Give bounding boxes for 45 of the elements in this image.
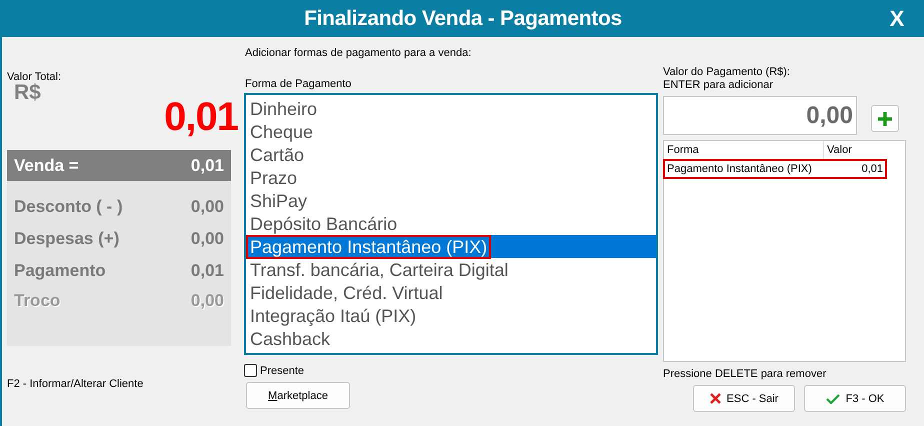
ok-button[interactable]: F3 - OK [804, 385, 906, 412]
summary-label: Pagamento [14, 261, 106, 281]
window-title: Finalizando Venda - Pagamentos [304, 6, 622, 30]
summary-label: Desconto ( - ) [14, 197, 123, 217]
column-header[interactable]: Forma [664, 141, 824, 159]
list-item[interactable]: Cashback [248, 328, 332, 348]
summary-label: Troco [14, 291, 60, 311]
list-item[interactable]: Depósito Bancário [248, 214, 400, 234]
total-value: 0,01 [163, 95, 238, 140]
summary-value: 0,01 [190, 156, 224, 176]
currency-label: R$ [14, 81, 42, 105]
table-cell-text: Pagamento Instantâneo (PIX) [666, 163, 813, 175]
list-item[interactable]: Prazo [248, 168, 300, 188]
list-item[interactable]: ShiPay [248, 190, 310, 210]
marketplace-button[interactable]: Marketplace [246, 382, 350, 409]
check-icon [826, 394, 840, 404]
summary-value: 0,00 [190, 291, 224, 311]
exit-button[interactable]: ESC - Sair [693, 385, 795, 412]
delete-hint: Pressione DELETE para remover [663, 368, 828, 380]
close-icon [710, 393, 721, 404]
client-hint: F2 - Informar/Alterar Cliente [7, 378, 144, 390]
list-item[interactable]: Transf. bancária, Carteira Digital [248, 260, 510, 280]
list-item[interactable]: Fidelidade, Créd. Virtual [248, 282, 445, 302]
summary-value: 0,00 [190, 197, 224, 217]
add-button[interactable] [871, 105, 899, 132]
list-item[interactable]: Cartão [248, 144, 306, 164]
amount-field[interactable]: 0,00 [663, 96, 857, 135]
checkbox-label: Presente [260, 364, 304, 376]
payment-list[interactable]: Dinheiro Cheque Cartão Prazo ShiPay Depósito Bancário Pagamento Instantâneo (PIX) Transf. bancária, Carteira Digital Fidelidade, Créd. Virtual Integração Itaú (PIX) Cashback [244, 93, 658, 355]
list-label: Forma de Pagamento [245, 78, 352, 90]
summary-value: 0,01 [190, 261, 224, 281]
summary-label: Despesas (+) [14, 229, 120, 249]
instructions-text: Adicionar formas de pagamento para a venda: [245, 47, 472, 59]
list-item[interactable]: Integração Itaú (PIX) [248, 306, 418, 326]
list-item[interactable]: Cheque [248, 122, 316, 142]
column-header[interactable]: Valor [824, 144, 886, 156]
plus-icon [878, 112, 892, 126]
list-item[interactable]: Dinheiro [248, 98, 320, 118]
summary-value: 0,00 [190, 229, 224, 249]
amount-label: Valor do Pagamento (R$): [663, 66, 791, 79]
total-label: Valor Total: [7, 71, 62, 83]
summary-label: Venda = [14, 156, 79, 176]
table-cell-text: 0,01 [860, 163, 884, 175]
checkbox[interactable] [244, 364, 257, 377]
amount-hint: ENTER para adicionar [663, 79, 774, 92]
